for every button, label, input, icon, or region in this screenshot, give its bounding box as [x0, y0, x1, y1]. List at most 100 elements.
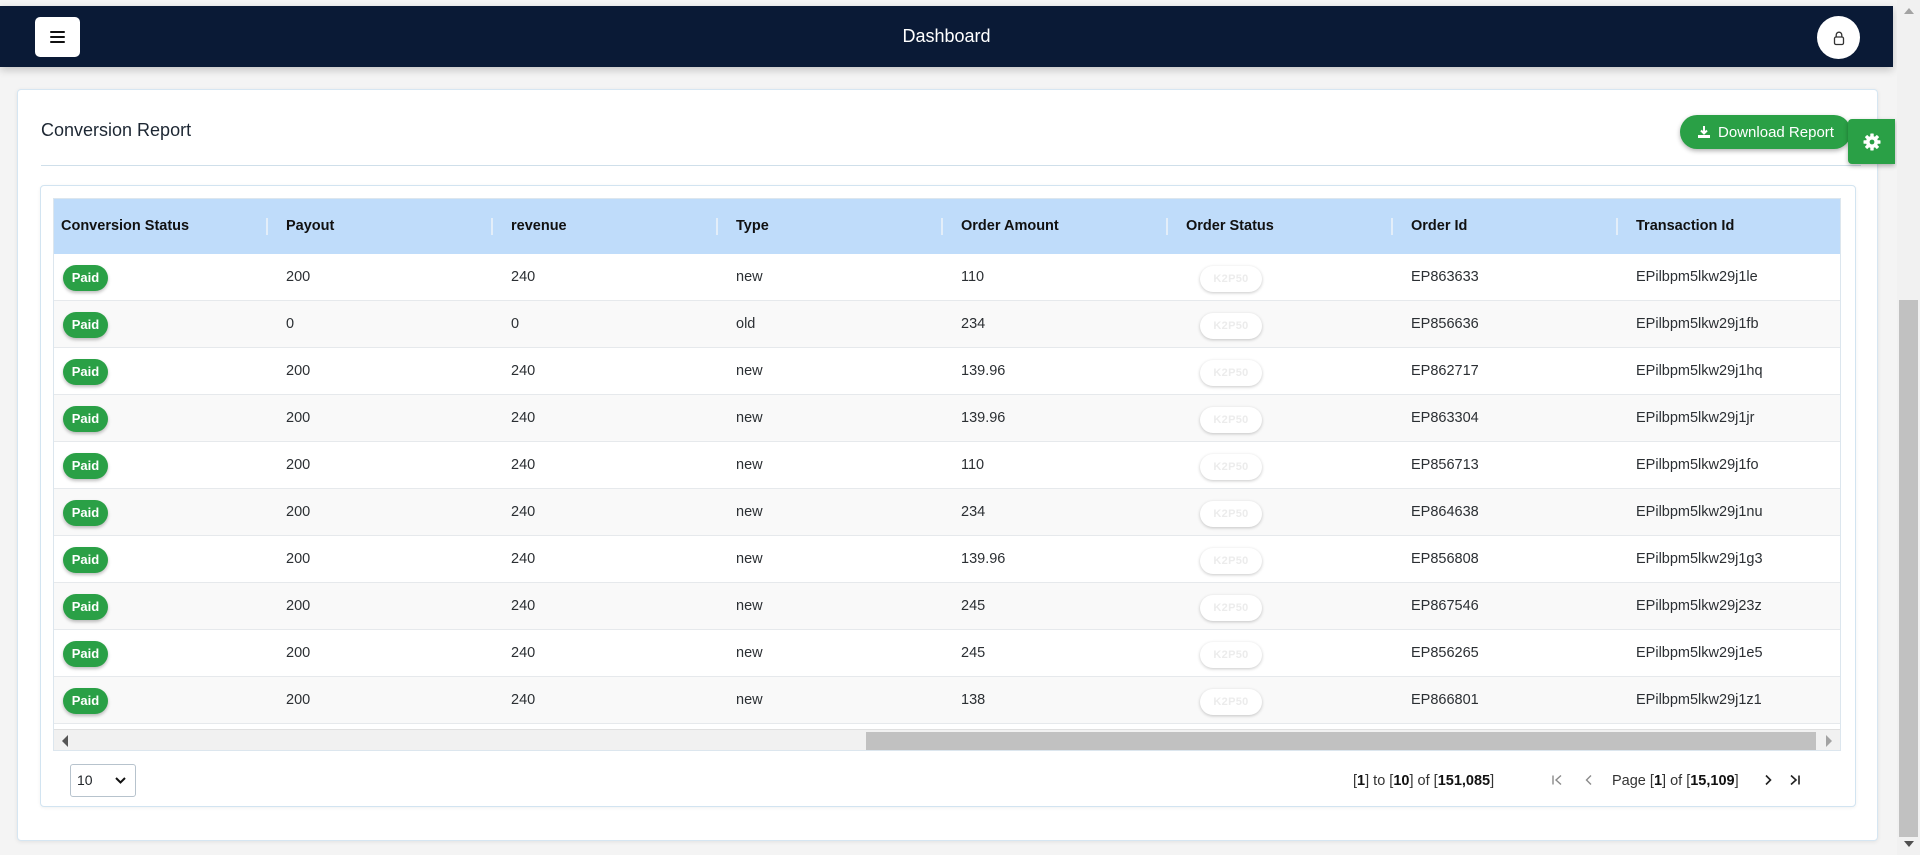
column-header-order-status[interactable]: Order Status [1179, 199, 1274, 254]
column-header-payout[interactable]: Payout [279, 199, 334, 254]
table-row[interactable]: Paid 200 240 new 139.96 K2P50 EP862717 EPilbpm5… [54, 348, 1840, 395]
column-resize-handle[interactable] [1840, 218, 1841, 235]
table-row[interactable]: Paid 200 240 new 110 K2P50 EP863633 EPilbpm5lkw… [54, 254, 1840, 301]
page-title: Dashboard [902, 26, 991, 46]
transaction-id-cell: EPilbpm5lkw29j23z [1636, 598, 1762, 614]
next-page-button[interactable] [1760, 772, 1776, 788]
column-resize-handle[interactable] [1166, 218, 1168, 235]
order-status-cell: K2P50 [1179, 301, 1404, 348]
horizontal-scroll-thumb[interactable] [866, 732, 1816, 750]
total-pages: 15,109 [1690, 773, 1735, 789]
column-header-order-amount[interactable]: Order Amount [954, 199, 1059, 254]
revenue-cell: 240 [511, 551, 536, 567]
order-id-cell: EP856636 [1411, 316, 1479, 332]
pagination-bar: 10 [1] to [10] of [151,085] Page [1] of … [53, 757, 1841, 797]
column-header-order-id[interactable]: Order Id [1404, 199, 1467, 254]
conversion-status-cell: Paid [54, 630, 279, 677]
payout-cell: 200 [286, 692, 311, 708]
paid-status-badge: Paid [63, 688, 108, 714]
horizontal-scrollbar[interactable] [54, 729, 1840, 750]
order-status-cell: K2P50 [1179, 395, 1404, 442]
payout-cell: 200 [286, 504, 311, 520]
paid-status-badge: Paid [63, 547, 108, 573]
conversion-grid-panel: Conversion Status Payout revenue Type Or… [40, 185, 1856, 807]
conversion-status-cell: Paid [54, 489, 279, 536]
order-id-cell: EP864638 [1411, 504, 1479, 520]
column-resize-handle[interactable] [1391, 218, 1393, 235]
order-amount-cell: 138 [961, 692, 986, 708]
column-resize-handle[interactable] [491, 218, 493, 235]
order-status-badge: K2P50 [1200, 689, 1262, 715]
column-resize-handle[interactable] [941, 218, 943, 235]
table-row[interactable]: Paid 200 240 new 245 K2P50 EP867546 EPilbpm5lkw… [54, 583, 1840, 630]
scroll-down-arrow-icon[interactable] [1904, 841, 1914, 847]
scroll-up-arrow-icon[interactable] [1904, 8, 1914, 14]
column-header-conversion-status[interactable]: Conversion Status [54, 199, 189, 254]
table-row[interactable]: Paid 0 0 old 234 K2P50 EP856636 EPilbpm5lkw29j1… [54, 301, 1840, 348]
settings-button[interactable] [1848, 119, 1895, 164]
column-header-transaction-id[interactable]: Transaction Id [1629, 199, 1734, 254]
type-cell: new [736, 598, 763, 614]
order-amount-cell: 139.96 [961, 551, 1006, 567]
paid-status-badge: Paid [63, 406, 108, 432]
menu-button[interactable] [35, 17, 80, 57]
order-status-cell: K2P50 [1179, 254, 1404, 301]
table-row[interactable]: Paid 200 240 new 139.96 K2P50 EP856808 EPilbpm5… [54, 536, 1840, 583]
table-row[interactable]: Paid 200 240 new 110 K2P50 EP856713 EPilbpm5lkw… [54, 442, 1840, 489]
order-id-cell: EP856713 [1411, 457, 1479, 473]
order-amount-cell: 110 [961, 457, 985, 473]
type-cell: new [736, 645, 763, 661]
order-amount-cell: 234 [961, 504, 986, 520]
chevron-left-icon [1585, 775, 1592, 785]
column-resize-handle[interactable] [716, 218, 718, 235]
first-page-button[interactable] [1549, 772, 1565, 788]
table-row[interactable]: Paid 200 240 new 139.96 K2P50 EP863304 EPilbpm5… [54, 395, 1840, 442]
order-status-cell: K2P50 [1179, 630, 1404, 677]
transaction-id-cell: EPilbpm5lkw29j1fo [1636, 457, 1759, 473]
revenue-cell: 240 [511, 692, 536, 708]
download-report-button[interactable]: Download Report [1680, 115, 1851, 149]
paid-status-badge: Paid [63, 265, 108, 291]
order-id-cell: EP863633 [1411, 269, 1479, 285]
column-header-type[interactable]: Type [729, 199, 769, 254]
column-header-revenue[interactable]: revenue [504, 199, 567, 254]
order-status-badge: K2P50 [1200, 407, 1262, 433]
paid-status-badge: Paid [63, 312, 108, 338]
revenue-cell: 0 [511, 316, 520, 332]
column-resize-handle[interactable] [266, 218, 268, 235]
user-profile-button[interactable] [1817, 16, 1860, 59]
scroll-right-arrow-icon[interactable] [1826, 735, 1832, 747]
card-divider [41, 165, 1861, 166]
page-size-select[interactable]: 10 [70, 764, 136, 797]
order-status-badge: K2P50 [1200, 360, 1262, 386]
scroll-left-arrow-icon[interactable] [62, 735, 68, 747]
payout-cell: 200 [286, 457, 311, 473]
revenue-cell: 240 [511, 269, 536, 285]
payout-cell: 200 [286, 551, 311, 567]
order-status-cell: K2P50 [1179, 583, 1404, 630]
last-page-button[interactable] [1786, 772, 1802, 788]
column-resize-handle[interactable] [1616, 218, 1618, 235]
table-row[interactable]: Paid 200 240 new 234 K2P50 EP864638 EPilbpm5lkw… [54, 489, 1840, 536]
type-cell: new [736, 269, 763, 285]
transaction-id-cell: EPilbpm5lkw29j1z1 [1636, 692, 1762, 708]
revenue-cell: 240 [511, 410, 536, 426]
conversion-status-cell: Paid [54, 583, 279, 630]
paid-status-badge: Paid [63, 453, 108, 479]
revenue-cell: 240 [511, 645, 536, 661]
order-amount-cell: 139.96 [961, 363, 1006, 379]
previous-page-button[interactable] [1581, 772, 1597, 788]
page-vertical-scrollbar[interactable] [1897, 0, 1920, 855]
vertical-scroll-thumb[interactable] [1899, 300, 1918, 837]
payout-cell: 200 [286, 598, 311, 614]
transaction-id-cell: EPilbpm5lkw29j1jr [1636, 410, 1755, 426]
conversion-status-cell: Paid [54, 536, 279, 583]
order-amount-cell: 234 [961, 316, 986, 332]
order-id-cell: EP856808 [1411, 551, 1479, 567]
table-row[interactable]: Paid 200 240 new 245 K2P50 EP856265 EPilbpm5lkw… [54, 630, 1840, 677]
revenue-cell: 240 [511, 363, 536, 379]
table-row[interactable]: Paid 200 240 new 138 K2P50 EP866801 EPilbpm5lkw… [54, 677, 1840, 724]
revenue-cell: 240 [511, 504, 536, 520]
paid-status-badge: Paid [63, 641, 108, 667]
order-id-cell: EP867546 [1411, 598, 1479, 614]
